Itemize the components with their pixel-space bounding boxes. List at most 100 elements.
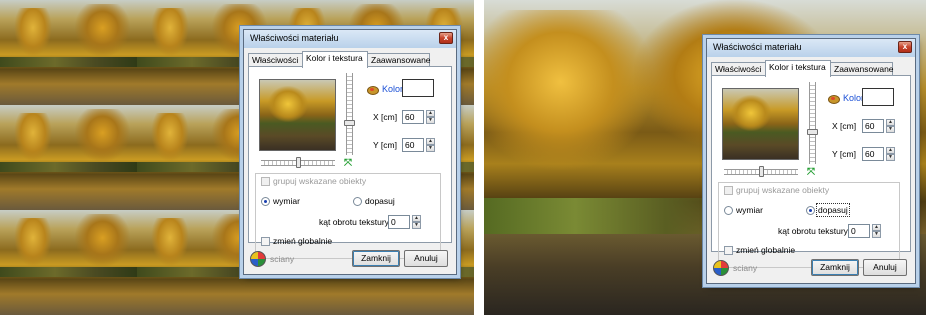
right-screenshot: Właściwości materiału x Właściwości Kolo… bbox=[484, 0, 926, 315]
texture-tile bbox=[0, 210, 137, 315]
radio-wymiar[interactable] bbox=[261, 196, 270, 206]
paint-palette-icon bbox=[828, 94, 840, 104]
horizontal-slider-thumb[interactable] bbox=[759, 166, 764, 177]
rotation-input[interactable] bbox=[388, 215, 410, 229]
close-button[interactable]: Zamknij bbox=[811, 259, 859, 276]
footer-label: sciany bbox=[733, 263, 758, 273]
x-up-icon[interactable]: ▲ bbox=[426, 110, 435, 117]
dialog-titlebar: Właściwości materiału x bbox=[244, 30, 456, 48]
rotation-stepper[interactable]: ▲ ▼ bbox=[388, 215, 421, 229]
dialog-title: Właściwości materiału bbox=[713, 42, 802, 52]
rotation-up-icon[interactable]: ▲ bbox=[872, 224, 881, 231]
group-checkbox-label: grupuj wskazane obiekty bbox=[273, 176, 367, 186]
tab-wlasciwosci[interactable]: Właściwości bbox=[711, 62, 766, 76]
material-properties-dialog: Właściwości materiału x Właściwości Kolo… bbox=[243, 29, 457, 275]
tab-zaawansowane[interactable]: Zaawansowane bbox=[367, 53, 431, 67]
vertical-slider-thumb[interactable] bbox=[807, 129, 818, 135]
close-icon[interactable]: x bbox=[898, 41, 912, 53]
texture-tile bbox=[0, 0, 137, 105]
vertical-scale-slider[interactable] bbox=[344, 73, 355, 155]
material-properties-dialog: Właściwości materiału x Właściwości Kolo… bbox=[706, 38, 916, 284]
color-swatch[interactable] bbox=[402, 79, 434, 97]
left-screenshot: Właściwości materiału x Właściwości Kolo… bbox=[0, 0, 474, 315]
tab-kolor-i-tekstura[interactable]: Kolor i tekstura bbox=[302, 51, 368, 68]
group-checkbox-label: grupuj wskazane obiekty bbox=[736, 185, 830, 195]
rotation-spin-buttons[interactable]: ▲ ▼ bbox=[872, 224, 881, 238]
x-up-icon[interactable]: ▲ bbox=[886, 119, 895, 126]
radio-wymiar-label: wymiar bbox=[273, 196, 300, 206]
x-stepper[interactable]: ▲ ▼ bbox=[862, 119, 895, 133]
rotation-label: kąt obrotu tekstury bbox=[778, 226, 848, 236]
x-input[interactable] bbox=[862, 119, 884, 133]
dialog-footer: sciany Zamknij Anuluj bbox=[707, 252, 915, 283]
close-icon[interactable]: x bbox=[439, 32, 453, 44]
horizontal-scale-slider[interactable] bbox=[724, 166, 798, 177]
radio-wymiar-label: wymiar bbox=[736, 205, 763, 215]
rotation-input[interactable] bbox=[848, 224, 870, 238]
x-spin-buttons[interactable]: ▲ ▼ bbox=[426, 110, 435, 124]
rotation-spin-buttons[interactable]: ▲ ▼ bbox=[412, 215, 421, 229]
x-stepper[interactable]: ▲ ▼ bbox=[402, 110, 435, 124]
color-swatch[interactable] bbox=[862, 88, 894, 106]
rotation-down-icon[interactable]: ▼ bbox=[872, 231, 881, 238]
fit-arrows-icon[interactable]: ⤧ bbox=[807, 168, 817, 178]
radio-dopasuj-label: dopasuj bbox=[816, 203, 850, 217]
vertical-slider-thumb[interactable] bbox=[344, 120, 355, 126]
x-spin-buttons[interactable]: ▲ ▼ bbox=[886, 119, 895, 133]
x-input[interactable] bbox=[402, 110, 424, 124]
radio-dopasuj[interactable] bbox=[806, 205, 815, 215]
radio-dopasuj-row[interactable]: dopasuj bbox=[353, 196, 395, 206]
y-spin-buttons[interactable]: ▲ ▼ bbox=[426, 138, 435, 152]
tab-zaawansowane[interactable]: Zaawansowane bbox=[830, 62, 894, 76]
x-down-icon[interactable]: ▼ bbox=[886, 126, 895, 133]
grass-strip bbox=[484, 198, 744, 234]
radio-wymiar-row[interactable]: wymiar bbox=[724, 205, 763, 215]
kolor-label[interactable]: Kolor bbox=[843, 93, 864, 103]
tile-tree bbox=[75, 214, 131, 267]
cancel-button[interactable]: Anuluj bbox=[404, 250, 448, 267]
horizontal-scale-slider[interactable] bbox=[261, 157, 335, 168]
globe-icon[interactable] bbox=[713, 260, 729, 276]
rotation-up-icon[interactable]: ▲ bbox=[412, 215, 421, 222]
kolor-label[interactable]: Kolor bbox=[382, 84, 403, 94]
x-label: X [cm] bbox=[373, 112, 398, 122]
dialog-titlebar: Właściwości materiału x bbox=[707, 39, 915, 57]
group-checkbox-row[interactable]: grupuj wskazane obiekty bbox=[261, 176, 366, 186]
globe-icon[interactable] bbox=[250, 251, 266, 267]
group-checkbox[interactable] bbox=[724, 185, 733, 195]
x-label: X [cm] bbox=[832, 121, 857, 131]
y-down-icon[interactable]: ▼ bbox=[886, 154, 895, 161]
tab-wlasciwosci[interactable]: Właściwości bbox=[248, 53, 303, 67]
radio-dopasuj-row[interactable]: dopasuj bbox=[806, 203, 850, 217]
rotation-down-icon[interactable]: ▼ bbox=[412, 222, 421, 229]
fit-arrows-icon[interactable]: ⤧ bbox=[344, 159, 354, 169]
y-stepper[interactable]: ▲ ▼ bbox=[862, 147, 895, 161]
y-input[interactable] bbox=[402, 138, 424, 152]
y-up-icon[interactable]: ▲ bbox=[886, 147, 895, 154]
tile-tree bbox=[75, 109, 131, 162]
dialog-footer: sciany Zamknij Anuluj bbox=[244, 243, 456, 274]
close-button[interactable]: Zamknij bbox=[352, 250, 400, 267]
radio-dopasuj[interactable] bbox=[353, 196, 362, 206]
group-checkbox-row[interactable]: grupuj wskazane obiekty bbox=[724, 185, 829, 195]
tab-kolor-i-tekstura[interactable]: Kolor i tekstura bbox=[765, 60, 831, 77]
radio-wymiar[interactable] bbox=[724, 205, 733, 215]
horizontal-slider-thumb[interactable] bbox=[296, 157, 301, 168]
y-label: Y [cm] bbox=[373, 140, 397, 150]
kolor-row[interactable]: Kolor bbox=[828, 93, 864, 104]
x-down-icon[interactable]: ▼ bbox=[426, 117, 435, 124]
radio-wymiar-row[interactable]: wymiar bbox=[261, 196, 300, 206]
kolor-row[interactable]: Kolor bbox=[367, 84, 403, 95]
group-checkbox[interactable] bbox=[261, 176, 270, 186]
tile-tree bbox=[75, 4, 131, 57]
dialog-title: Właściwości materiału bbox=[250, 33, 339, 43]
rotation-label: kąt obrotu tekstury bbox=[319, 217, 389, 227]
y-spin-buttons[interactable]: ▲ ▼ bbox=[886, 147, 895, 161]
rotation-stepper[interactable]: ▲ ▼ bbox=[848, 224, 881, 238]
y-stepper[interactable]: ▲ ▼ bbox=[402, 138, 435, 152]
y-down-icon[interactable]: ▼ bbox=[426, 145, 435, 152]
cancel-button[interactable]: Anuluj bbox=[863, 259, 907, 276]
y-up-icon[interactable]: ▲ bbox=[426, 138, 435, 145]
y-input[interactable] bbox=[862, 147, 884, 161]
vertical-scale-slider[interactable] bbox=[807, 82, 818, 164]
